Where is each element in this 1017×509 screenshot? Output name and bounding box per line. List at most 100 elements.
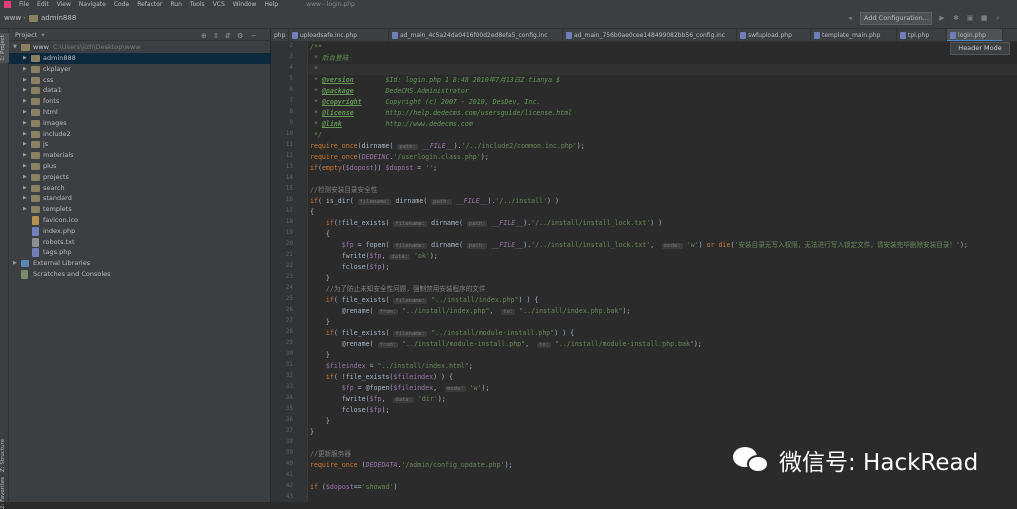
tab-ad-main-config-1[interactable]: ad_main_4c5a24da0416f00d2ed8efa5_config.… bbox=[389, 29, 563, 41]
code-line[interactable]: if(empty($dopost)) $dopost = ''; bbox=[310, 163, 437, 174]
code-line[interactable]: fclose($fp); bbox=[310, 405, 390, 416]
tree-item-css[interactable]: ▶ css bbox=[9, 75, 271, 86]
chevron-down-icon[interactable]: ▾ bbox=[41, 31, 44, 39]
code-line[interactable]: if( is_dir( filename: dirname( path: __F… bbox=[310, 196, 559, 207]
code-line[interactable]: $fp = fopen( filename: dirname( path: __… bbox=[310, 240, 968, 251]
code-line[interactable]: @rename( from: "../install/module-instal… bbox=[310, 339, 702, 350]
code-line[interactable]: * @copyright Copyright (c) 2007 - 2010, … bbox=[310, 97, 540, 108]
tab-template-main[interactable]: template_main.php bbox=[811, 29, 897, 41]
breadcrumb-root[interactable]: www bbox=[4, 14, 21, 22]
structure-tool-tab[interactable]: Z: Structure bbox=[0, 439, 9, 472]
code-line[interactable]: * @link http://www.dedecms.com bbox=[310, 119, 473, 130]
menu-file[interactable]: File bbox=[19, 0, 29, 9]
code-line[interactable]: * @package DedeCMS.Administrator bbox=[310, 86, 469, 97]
code-line[interactable]: if(!file_exists( filename: dirname( path… bbox=[310, 218, 662, 229]
code-line[interactable]: //检测安装目录安全性 bbox=[310, 185, 377, 196]
menu-navigate[interactable]: Navigate bbox=[79, 0, 106, 9]
tree-item-data1[interactable]: ▶ data1 bbox=[9, 85, 271, 96]
code-line[interactable]: } bbox=[310, 273, 330, 284]
tree-root[interactable]: ▼ www C:\Users\jizh\Desktop\www bbox=[9, 42, 271, 53]
code-line[interactable]: fclose($fp); bbox=[310, 262, 390, 273]
tab-tpl[interactable]: tpl.php bbox=[897, 29, 947, 41]
tab-ad-main-config-2[interactable]: ad_main_756b0ae0cee148499082bb56_config.… bbox=[563, 29, 737, 41]
menu-vcs[interactable]: VCS bbox=[213, 0, 225, 9]
favorites-tool-tab[interactable]: 2: Favorites bbox=[0, 477, 9, 509]
tree-item-templets[interactable]: ▶ templets bbox=[9, 204, 271, 215]
tree-item-favicon-ico[interactable]: favicon.ico bbox=[9, 215, 271, 226]
code-line[interactable]: } bbox=[310, 427, 314, 438]
code-line[interactable]: } bbox=[310, 350, 330, 361]
code-line[interactable]: $fp = @fopen($fileindex, mode: 'w'); bbox=[310, 383, 489, 394]
tree-item-html[interactable]: ▶ html bbox=[9, 107, 271, 118]
code-line[interactable]: * @license http://help.dedecms.com/users… bbox=[310, 108, 572, 119]
code-line[interactable]: //更新服务器 bbox=[310, 449, 351, 460]
tree-item-ckplayer[interactable]: ▶ ckplayer bbox=[9, 64, 271, 75]
code-line[interactable]: */ bbox=[310, 130, 322, 141]
code-line[interactable]: if( !file_exists($fileindex) ) { bbox=[310, 372, 453, 383]
debug-icon[interactable]: ✱ bbox=[952, 14, 960, 22]
gear-icon[interactable]: ⚙ bbox=[237, 30, 243, 42]
code-editor[interactable]: /** * 后台登陆 * * @version $Id: login.php 1… bbox=[308, 42, 1017, 502]
tree-item-plus[interactable]: ▶ plus bbox=[9, 161, 271, 172]
code-line[interactable]: } bbox=[310, 317, 330, 328]
menu-window[interactable]: Window bbox=[233, 0, 257, 9]
code-line[interactable]: require_once(DEDEINC.'/userlogin.class.p… bbox=[310, 152, 489, 163]
stop-icon[interactable]: ■ bbox=[980, 14, 988, 22]
code-line[interactable]: } bbox=[310, 416, 330, 427]
tree-item-include2[interactable]: ▶ include2 bbox=[9, 129, 271, 140]
tree-item-robots-txt[interactable]: robots.txt bbox=[9, 237, 271, 248]
tree-item-js[interactable]: ▶ js bbox=[9, 139, 271, 150]
code-line[interactable]: if( file_exists( filename: "../install/i… bbox=[310, 295, 538, 306]
code-line[interactable]: require_once(dirname( path: __FILE__).'/… bbox=[310, 141, 585, 152]
code-line[interactable]: if ($dopost=='showad') bbox=[310, 482, 397, 493]
code-line[interactable]: * @version $Id: login.php 1 8:48 2010年7月… bbox=[310, 75, 560, 86]
code-line[interactable]: fwrite($fp, data: 'dir'); bbox=[310, 394, 446, 405]
tab-login[interactable]: login.php bbox=[947, 29, 1003, 41]
tree-item-search[interactable]: ▶ search bbox=[9, 183, 271, 194]
minimize-icon[interactable]: − bbox=[251, 30, 257, 42]
locate-icon[interactable]: ⊕ bbox=[201, 30, 207, 42]
menu-help[interactable]: Help bbox=[264, 0, 278, 9]
menu-run[interactable]: Run bbox=[170, 0, 182, 9]
tree-item-projects[interactable]: ▶ projects bbox=[9, 172, 271, 183]
project-title[interactable]: Project bbox=[15, 31, 37, 39]
code-line[interactable]: { bbox=[310, 207, 314, 218]
external-libraries[interactable]: ▶ External Libraries bbox=[9, 258, 271, 269]
coverage-icon[interactable]: ▣ bbox=[966, 14, 974, 22]
code-line[interactable]: { bbox=[310, 229, 330, 240]
tab-uploadsafe[interactable]: uploadsafe.inc.php bbox=[289, 29, 389, 41]
menu-view[interactable]: View bbox=[57, 0, 71, 9]
scratches-and-consoles[interactable]: Scratches and Consoles bbox=[9, 269, 271, 280]
tree-item-standard[interactable]: ▶ standard bbox=[9, 193, 271, 204]
run-icon[interactable]: ▶ bbox=[938, 14, 946, 22]
menu-refactor[interactable]: Refactor bbox=[137, 0, 162, 9]
menu-edit[interactable]: Edit bbox=[37, 0, 49, 9]
code-line[interactable]: $fileindex = "../install/index.html"; bbox=[310, 361, 473, 372]
code-line[interactable]: fwrite($fp, data: 'ok'); bbox=[310, 251, 438, 262]
code-line[interactable]: /** bbox=[310, 42, 322, 53]
code-line[interactable]: require_once (DEDEDATA.'/admin/config_up… bbox=[310, 460, 513, 471]
tree-item-tags-php[interactable]: tags.php bbox=[9, 247, 271, 258]
tab-swfupload[interactable]: swfupload.php bbox=[737, 29, 811, 41]
expand-all-icon[interactable]: ⇳ bbox=[213, 30, 219, 42]
code-line[interactable]: @rename( from: "../install/index.php", t… bbox=[310, 306, 630, 317]
tree-item-fonts[interactable]: ▶ fonts bbox=[9, 96, 271, 107]
project-tool-tab[interactable]: 1: Project bbox=[0, 33, 9, 63]
tree-item-admin888[interactable]: ▶ admin888 bbox=[9, 53, 271, 64]
search-icon[interactable]: ⌕ bbox=[994, 14, 1002, 22]
tab-php[interactable]: php bbox=[271, 29, 289, 41]
code-line[interactable]: //为了防止未知安全性问题，强制禁用安装程序的文件 bbox=[310, 284, 486, 295]
collapse-all-icon[interactable]: ⇵ bbox=[225, 30, 231, 42]
tree-item-index-php[interactable]: index.php bbox=[9, 226, 271, 237]
code-line[interactable]: if( file_exists( filename: "../install/m… bbox=[310, 328, 574, 339]
code-line[interactable]: * 后台登陆 bbox=[310, 53, 348, 64]
back-arrow-icon[interactable]: ◂ bbox=[846, 14, 854, 22]
code-line[interactable]: * bbox=[308, 64, 1017, 75]
menu-code[interactable]: Code bbox=[114, 0, 129, 9]
line-number: 2 bbox=[289, 42, 293, 49]
add-configuration-button[interactable]: Add Configuration... bbox=[860, 12, 932, 25]
tree-item-materials[interactable]: ▶ materials bbox=[9, 150, 271, 161]
tree-item-images[interactable]: ▶ images bbox=[9, 118, 271, 129]
breadcrumb-dir[interactable]: admin888 bbox=[41, 14, 76, 22]
menu-tools[interactable]: Tools bbox=[190, 0, 205, 9]
